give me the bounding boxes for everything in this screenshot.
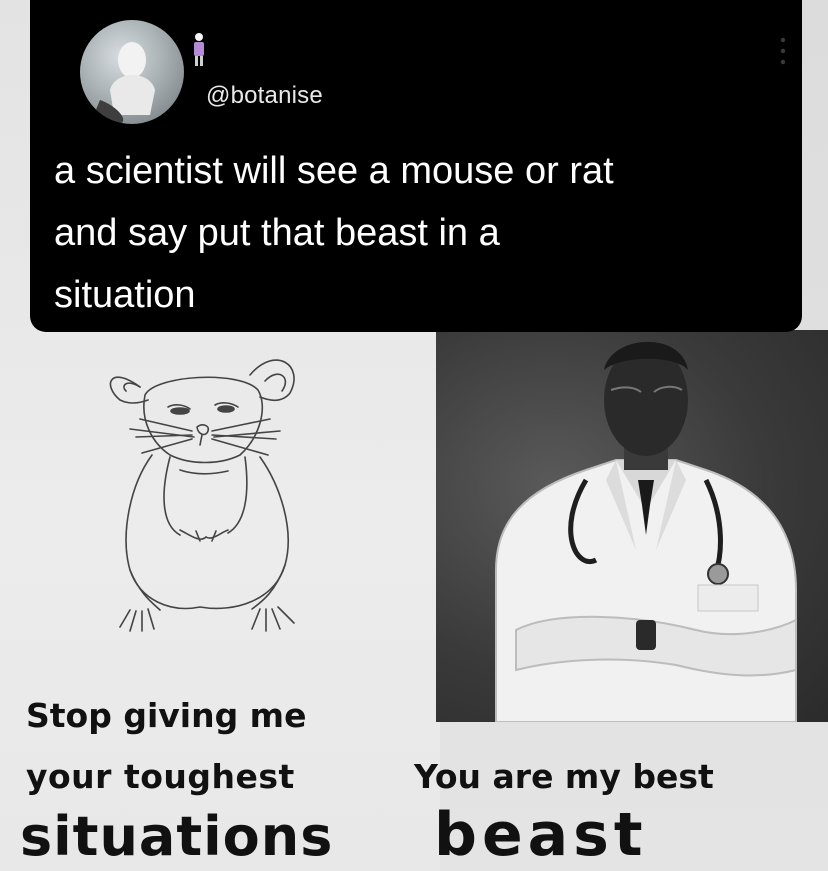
tweet-text-line: a scientist will see a mouse or rat (54, 150, 614, 192)
caption-left-line3: situations (20, 805, 334, 868)
avatar-image (90, 42, 155, 124)
tweet-card[interactable]: @botanise a scientist will see a mouse o… (30, 0, 802, 332)
tweet-text-line: and say put that beast in a (54, 212, 500, 254)
tweet-handle[interactable]: @botanise (206, 82, 323, 110)
caption-left-line1: Stop giving me (26, 696, 307, 735)
tweet-text: a scientist will see a mouse or rat and … (54, 140, 784, 326)
avatar[interactable] (80, 20, 184, 124)
doctor-photo-image (495, 341, 797, 722)
rat-drawing-image (109, 359, 295, 632)
tweet-text-line: situation (54, 274, 196, 316)
caption-right-line2: beast (434, 800, 648, 870)
caption-right-line1: You are my best (414, 757, 714, 796)
caption-left-line2: your toughest (26, 757, 295, 796)
vertical-ellipsis-icon[interactable] (780, 36, 786, 66)
person-emoji-icon (194, 33, 204, 66)
